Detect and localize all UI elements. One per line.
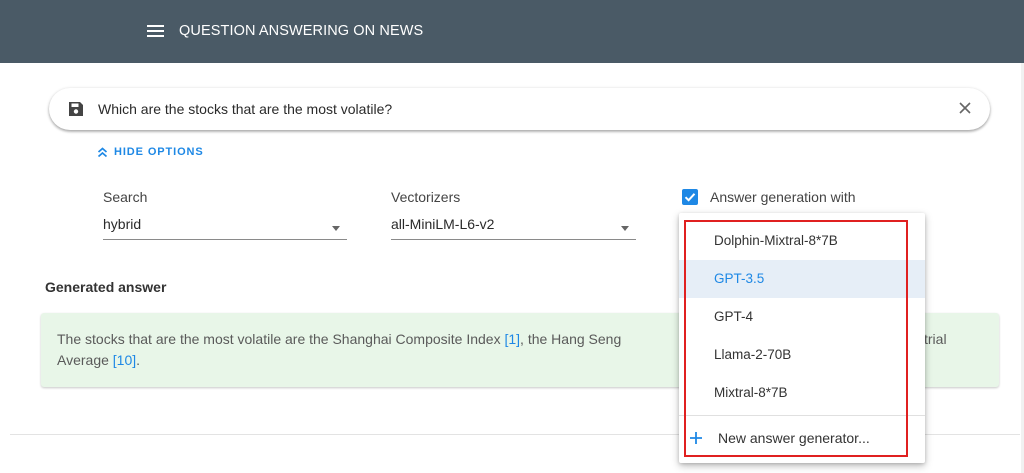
- menu-item-label: Mixtral-8*7B: [714, 385, 788, 400]
- menu-item-label: GPT-3.5: [714, 271, 765, 286]
- answer-generation-label: Answer generation with: [710, 189, 856, 205]
- menu-item-dolphin-mixtral[interactable]: Dolphin-Mixtral-8*7B: [679, 222, 925, 260]
- search-input[interactable]: Which are the stocks that are the most v…: [98, 101, 392, 117]
- vectorizers-label: Vectorizers: [391, 189, 461, 205]
- search-type-value: hybrid: [103, 216, 142, 232]
- hide-options-label: HIDE OPTIONS: [114, 146, 204, 158]
- vectorizers-select[interactable]: all-MiniLM-L6-v2: [391, 214, 636, 240]
- answer-text: .: [136, 352, 141, 368]
- reference-link[interactable]: [10]: [113, 352, 136, 368]
- menu-divider: [679, 415, 925, 416]
- checkmark-icon: [684, 193, 696, 202]
- double-chevron-up-icon: [97, 146, 108, 157]
- save-icon[interactable]: [68, 101, 84, 117]
- close-icon[interactable]: [957, 100, 973, 116]
- dropdown-arrow-icon: [332, 226, 340, 231]
- menu-item-label: Llama-2-70B: [714, 347, 792, 362]
- answer-text: , the Hang Seng: [520, 331, 622, 347]
- new-answer-generator-label: New answer generator...: [718, 430, 870, 446]
- hide-options-button[interactable]: HIDE OPTIONS: [97, 146, 204, 158]
- hamburger-menu-icon[interactable]: [147, 25, 164, 38]
- app-title: QUESTION ANSWERING ON NEWS: [179, 23, 424, 39]
- plus-icon: [690, 432, 702, 444]
- answer-text: The stocks that are the most volatile ar…: [57, 331, 505, 347]
- menu-item-gpt-3-5[interactable]: GPT-3.5: [679, 260, 925, 298]
- search-type-label: Search: [103, 189, 148, 205]
- search-bar[interactable]: Which are the stocks that are the most v…: [49, 88, 990, 130]
- answer-generator-menu: Dolphin-Mixtral-8*7B GPT-3.5 GPT-4 Llama…: [679, 213, 925, 463]
- menu-item-label: GPT-4: [714, 309, 754, 324]
- menu-item-llama-2-70b[interactable]: Llama-2-70B: [679, 336, 925, 374]
- menu-item-label: Dolphin-Mixtral-8*7B: [714, 233, 838, 248]
- vectorizers-value: all-MiniLM-L6-v2: [391, 216, 495, 232]
- menu-item-mixtral[interactable]: Mixtral-8*7B: [679, 374, 925, 412]
- search-type-select[interactable]: hybrid: [103, 214, 347, 240]
- answer-generation-checkbox[interactable]: [682, 189, 698, 205]
- new-answer-generator-button[interactable]: New answer generator...: [679, 419, 925, 457]
- menu-item-gpt-4[interactable]: GPT-4: [679, 298, 925, 336]
- generated-answer-title: Generated answer: [45, 279, 167, 295]
- app-bar: QUESTION ANSWERING ON NEWS: [0, 0, 1024, 63]
- answer-line-1: The stocks that are the most volatile ar…: [57, 329, 621, 349]
- reference-link[interactable]: [1]: [504, 331, 520, 347]
- dropdown-arrow-icon: [621, 226, 629, 231]
- answer-text: Average: [57, 352, 113, 368]
- answer-line-2: Average [10].: [57, 350, 140, 370]
